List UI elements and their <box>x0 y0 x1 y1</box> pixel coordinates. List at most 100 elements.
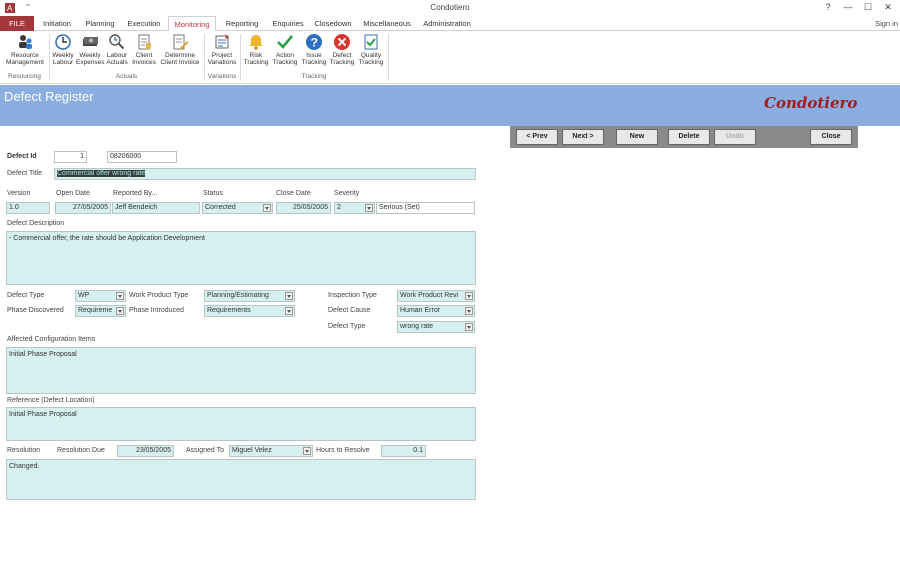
resolution-due-label: Resolution Due <box>57 447 105 454</box>
chevron-down-icon[interactable] <box>465 323 473 331</box>
clock-icon <box>55 34 71 50</box>
ribbon: Resource Management Weekly Labour Weekly Ex… <box>0 31 900 84</box>
maximize-button[interactable]: ☐ <box>860 1 876 14</box>
group-label-resourcing: Resourcing <box>8 73 41 80</box>
resolution-due-field[interactable]: 23/05/2005 <box>117 445 174 457</box>
delete-button[interactable]: Delete <box>668 129 710 145</box>
quality-tracking-button[interactable]: Quality Tracking <box>356 33 386 66</box>
defect-type-select[interactable]: WP <box>75 290 126 302</box>
chevron-down-icon[interactable] <box>465 292 473 300</box>
severity-label: Severity <box>334 190 360 197</box>
status-select[interactable]: Corrected <box>202 202 273 214</box>
defect-cause-select[interactable]: Human Error <box>397 305 475 317</box>
close-button[interactable]: Close <box>810 129 852 145</box>
invoice-icon <box>138 34 151 50</box>
chevron-down-icon[interactable] <box>116 307 124 315</box>
chevron-down-icon[interactable] <box>465 307 473 315</box>
labour-actuals-button[interactable]: Labour Actuals <box>104 33 130 66</box>
tab-enquiries[interactable]: Enquiries <box>268 16 308 31</box>
open-date-field[interactable]: 27/05/2005 <box>55 202 111 214</box>
tab-planning[interactable]: Planning <box>82 16 118 31</box>
chevron-down-icon[interactable] <box>285 292 293 300</box>
money-icon <box>83 37 98 46</box>
form-title: Defect Register <box>4 89 94 104</box>
tab-closedown[interactable]: Closedown <box>312 16 354 31</box>
defect-id-field[interactable]: 1 <box>54 151 87 163</box>
tab-execution[interactable]: Execution <box>124 16 164 31</box>
description-label: Defect Description <box>7 220 65 227</box>
chevron-down-icon[interactable] <box>116 292 124 300</box>
tab-monitoring[interactable]: Monitoring <box>168 16 216 32</box>
new-button[interactable]: New <box>616 129 658 145</box>
title-bar: A ⁼ Condotiero ? — ☐ ✕ <box>0 0 900 16</box>
group-separator <box>388 34 389 81</box>
inspection-type-select[interactable]: Work Product Revi <box>397 290 475 302</box>
severity-select[interactable]: 2 <box>334 202 375 214</box>
tab-reporting[interactable]: Reporting <box>220 16 264 31</box>
close-window-button[interactable]: ✕ <box>880 1 896 14</box>
defect-type2-select[interactable]: wrong rate <box>397 321 475 333</box>
chevron-down-icon[interactable] <box>285 307 293 315</box>
work-product-type-select[interactable]: Planning/Estimating <box>204 290 295 302</box>
defect-cause-label: Defect Cause <box>328 307 371 314</box>
help-button[interactable]: ? <box>820 1 836 14</box>
action-tracking-button[interactable]: Action Tracking <box>270 33 300 66</box>
variations-icon <box>215 34 229 49</box>
reported-by-field[interactable]: Jeff Bendeich <box>112 202 200 214</box>
weekly-expenses-button[interactable]: Weekly Expenses <box>76 33 105 66</box>
description-field[interactable]: - Commercial offer, the rate should be A… <box>6 231 476 285</box>
tab-miscellaneous[interactable]: Miscellaneous <box>360 16 414 31</box>
invoice-edit-icon <box>173 34 189 50</box>
brand-logo: Condotiero <box>764 94 858 112</box>
undo-button[interactable]: Undo <box>714 129 756 145</box>
resolution-label: Resolution <box>7 447 41 454</box>
chevron-down-icon[interactable] <box>303 447 311 455</box>
defect-title-label: Defect Title <box>7 170 43 177</box>
close-date-field[interactable]: 25/05/2005 <box>276 202 331 214</box>
phase-introduced-select[interactable]: Requirements <box>204 305 295 317</box>
severity-description-field[interactable]: Serious (Set) <box>376 202 475 214</box>
ribbon-tabs: FILE Initiation Planning Execution Monit… <box>0 16 900 32</box>
people-icon <box>19 35 32 49</box>
hours-to-resolve-field[interactable]: 0.1 <box>381 445 426 457</box>
risk-tracking-button[interactable]: Risk Tracking <box>242 33 270 66</box>
tab-administration[interactable]: Administration <box>418 16 476 31</box>
defect-code-field[interactable]: 08206000 <box>107 151 177 163</box>
defect-tracking-button[interactable]: Defect Tracking <box>328 33 356 66</box>
error-icon <box>334 34 350 50</box>
chevron-down-icon[interactable] <box>263 204 271 212</box>
resolution-field[interactable]: Changed. <box>6 459 476 500</box>
issue-tracking-button[interactable]: ? Issue Tracking <box>300 33 328 66</box>
reference-field[interactable]: Initial Phase Proposal <box>6 407 476 441</box>
question-icon: ? <box>306 34 322 50</box>
bell-icon <box>249 35 263 50</box>
sign-in-link[interactable]: Sign in <box>875 16 898 31</box>
tab-initiation[interactable]: Initiation <box>38 16 76 31</box>
project-variations-button[interactable]: Project Variations <box>206 33 238 66</box>
client-invoices-button[interactable]: Client Invoices <box>130 33 158 66</box>
defect-type-label: Defect Type <box>7 292 45 299</box>
defect-title-value: Commercial offer wrong rate <box>57 170 146 177</box>
minimize-button[interactable]: — <box>840 1 856 14</box>
reported-by-label: Reported By... <box>113 190 158 197</box>
group-label-variations: Variations <box>207 73 237 80</box>
affected-items-field[interactable]: Initial Phase Proposal <box>6 347 476 394</box>
svg-text:?: ? <box>311 36 318 50</box>
defect-id-label: Defect Id <box>7 153 37 160</box>
defect-title-field[interactable]: Commercial offer wrong rate <box>54 168 476 180</box>
weekly-labour-button[interactable]: Weekly Labour <box>50 33 76 66</box>
work-product-type-label: Work Product Type <box>129 292 189 299</box>
prev-button[interactable]: < Prev <box>516 129 558 145</box>
assigned-to-label: Assigned To <box>186 447 225 454</box>
reference-label: Reference (Defect Location) <box>7 397 95 404</box>
chevron-down-icon[interactable] <box>365 204 373 212</box>
version-field[interactable]: 1.0 <box>6 202 50 214</box>
assigned-to-select[interactable]: Miguel Velez <box>229 445 313 457</box>
open-date-label: Open Date <box>56 190 90 197</box>
phase-discovered-select[interactable]: Requireme <box>75 305 126 317</box>
group-label-actuals: Actuals <box>115 73 138 80</box>
next-button[interactable]: Next > <box>562 129 604 145</box>
determine-client-invoice-button[interactable]: Determine Client Invoice <box>158 33 202 66</box>
tab-file[interactable]: FILE <box>0 16 34 31</box>
resource-management-button[interactable]: Resource Management <box>3 33 47 66</box>
